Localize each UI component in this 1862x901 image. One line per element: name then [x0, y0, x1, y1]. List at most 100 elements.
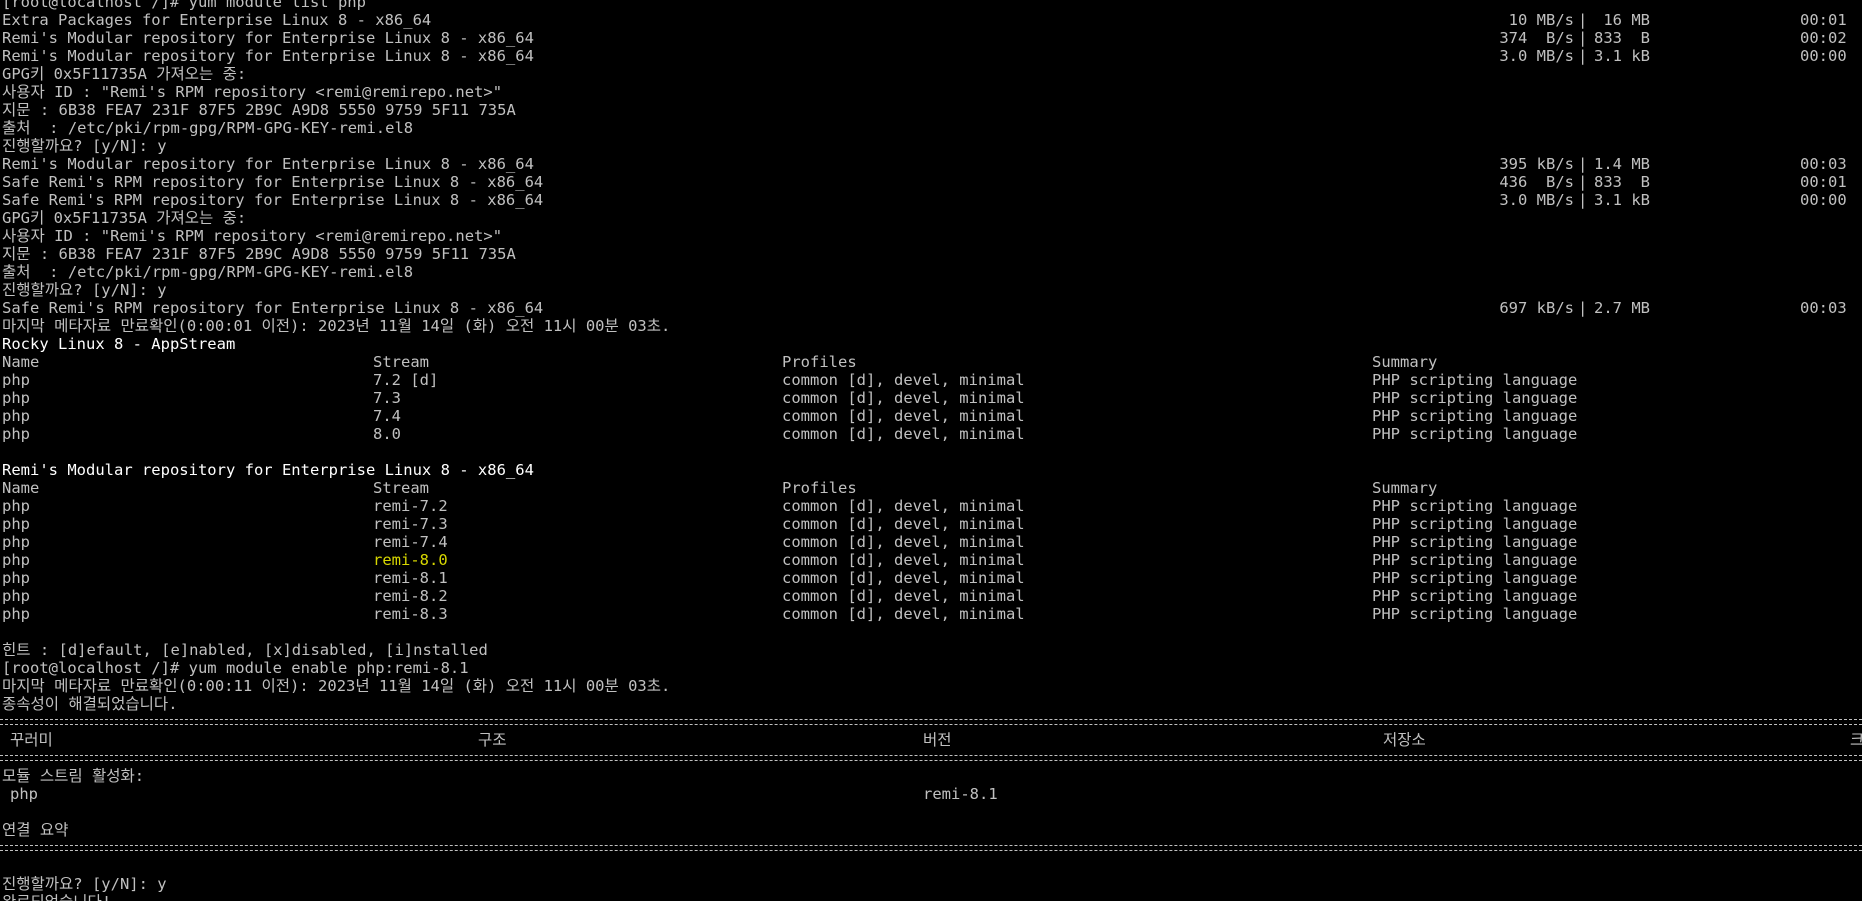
- terminal-line: 진행할까요? [y/N]: y: [0, 875, 1862, 893]
- terminal-line: 사용자 ID : "Remi's RPM repository <remi@re…: [0, 83, 1862, 101]
- command-line: [root@localhost /]# yum module list php: [2, 0, 366, 11]
- header-summary: Summary: [1372, 479, 1438, 497]
- module-stream: remi-7.3: [373, 515, 448, 533]
- module-stream: 7.2 [d]: [373, 371, 439, 389]
- header-arch: 구조: [478, 731, 507, 749]
- summary-label: 연결 요약: [2, 821, 69, 839]
- module-profiles: common [d], devel, minimal: [782, 371, 1025, 389]
- deps-resolved-text: 종속성이 해결되었습니다.: [2, 695, 178, 713]
- table-row: php 7.3 common [d], devel, minimal PHP s…: [0, 389, 1862, 407]
- header-profiles: Profiles: [782, 353, 857, 371]
- separator: |: [1578, 155, 1588, 173]
- table-row: php remi-7.3 common [d], devel, minimal …: [0, 515, 1862, 533]
- hint-text: 힌트 : [d]efault, [e]nabled, [x]disabled, …: [2, 641, 488, 659]
- separator-rule: [0, 749, 1862, 767]
- table-row: php 7.4 common [d], devel, minimal PHP s…: [0, 407, 1862, 425]
- download-time: 00:01: [1800, 11, 1847, 29]
- module-summary: PHP scripting language: [1372, 497, 1578, 515]
- module-name: php: [2, 569, 30, 587]
- table-row: php 7.2 [d] common [d], devel, minimal P…: [0, 371, 1862, 389]
- download-line: Remi's Modular repository for Enterprise…: [0, 155, 1862, 173]
- module-profiles: common [d], devel, minimal: [782, 497, 1025, 515]
- separator-rule: [0, 839, 1862, 857]
- separator: |: [1578, 29, 1588, 47]
- module-name: php: [2, 533, 30, 551]
- download-size: 2.7 MB: [1594, 299, 1650, 317]
- module-summary: PHP scripting language: [1372, 533, 1578, 551]
- module-profiles: common [d], devel, minimal: [782, 407, 1025, 425]
- module-profiles: common [d], devel, minimal: [782, 569, 1025, 587]
- transaction-row: php remi-8.1: [0, 785, 1862, 803]
- module-name: php: [2, 605, 30, 623]
- header-stream: Stream: [373, 353, 429, 371]
- download-time: 00:01: [1800, 173, 1847, 191]
- table-row: php remi-8.2 common [d], devel, minimal …: [0, 587, 1862, 605]
- terminal-line: 모듈 스트림 활성화:: [0, 767, 1862, 785]
- terminal-line: 사용자 ID : "Remi's RPM repository <remi@re…: [0, 227, 1862, 245]
- download-time: 00:00: [1800, 47, 1847, 65]
- separator: |: [1578, 47, 1588, 65]
- terminal-line: 출처 : /etc/pki/rpm-gpg/RPM-GPG-KEY-remi.e…: [0, 119, 1862, 137]
- download-speed: 395 kB/s: [1499, 155, 1574, 173]
- gpg-user-id: 사용자 ID : "Remi's RPM repository <remi@re…: [2, 227, 503, 245]
- confirm-prompt: 진행할까요? [y/N]: y: [2, 281, 167, 299]
- gpg-source: 출처 : /etc/pki/rpm-gpg/RPM-GPG-KEY-remi.e…: [2, 119, 414, 137]
- repo-name: Safe Remi's RPM repository for Enterpris…: [2, 191, 544, 209]
- gpg-fingerprint: 지문 : 6B38 FEA7 231F 87F5 2B9C A9D8 5550 …: [2, 101, 516, 119]
- download-size: 1.4 MB: [1594, 155, 1650, 173]
- download-size: 3.1 kB: [1594, 191, 1650, 209]
- module-profiles: common [d], devel, minimal: [782, 533, 1025, 551]
- terminal-line: 출처 : /etc/pki/rpm-gpg/RPM-GPG-KEY-remi.e…: [0, 263, 1862, 281]
- module-summary: PHP scripting language: [1372, 569, 1578, 587]
- module-summary: PHP scripting language: [1372, 389, 1578, 407]
- module-summary: PHP scripting language: [1372, 587, 1578, 605]
- download-speed: 10 MB/s: [1508, 11, 1574, 29]
- header-summary: Summary: [1372, 353, 1438, 371]
- table-header: Name Stream Profiles Summary: [0, 479, 1862, 497]
- module-name: php: [2, 407, 30, 425]
- module-stream: remi-7.4: [373, 533, 448, 551]
- module-stream: remi-7.2: [373, 497, 448, 515]
- repo-name: Safe Remi's RPM repository for Enterpris…: [2, 299, 544, 317]
- download-time: 00:02: [1800, 29, 1847, 47]
- download-line: Safe Remi's RPM repository for Enterpris…: [0, 173, 1862, 191]
- download-time: 00:03: [1800, 155, 1847, 173]
- terminal-window[interactable]: [root@localhost /]# yum module list php …: [0, 0, 1862, 901]
- download-line: Safe Remi's RPM repository for Enterpris…: [0, 299, 1862, 317]
- repo-title-text: Remi's Modular repository for Enterprise…: [2, 461, 534, 479]
- module-stream: 8.0: [373, 425, 401, 443]
- header-stream: Stream: [373, 479, 429, 497]
- module-stream: 7.3: [373, 389, 401, 407]
- module-summary: PHP scripting language: [1372, 371, 1578, 389]
- gpg-import-text: GPG키 0x5F11735A 가져오는 중:: [2, 65, 247, 83]
- separator: |: [1578, 299, 1588, 317]
- module-summary: PHP scripting language: [1372, 551, 1578, 569]
- table-row: php remi-7.4 common [d], devel, minimal …: [0, 533, 1862, 551]
- module-profiles: common [d], devel, minimal: [782, 551, 1025, 569]
- module-name: php: [2, 587, 30, 605]
- download-time: 00:00: [1800, 191, 1847, 209]
- terminal-line: [root@localhost /]# yum module list php: [0, 0, 1862, 11]
- download-size: 3.1 kB: [1594, 47, 1650, 65]
- module-stream: remi-8.1: [373, 569, 448, 587]
- enable-streams-label: 모듈 스트림 활성화:: [2, 767, 145, 785]
- header-name: Name: [2, 353, 40, 371]
- module-stream: remi-8.3: [373, 605, 448, 623]
- module-profiles: common [d], devel, minimal: [782, 587, 1025, 605]
- repo-name: Extra Packages for Enterprise Linux 8 - …: [2, 11, 432, 29]
- repo-name: Remi's Modular repository for Enterprise…: [2, 29, 534, 47]
- table-row: php remi-8.3 common [d], devel, minimal …: [0, 605, 1862, 623]
- header-size: 크기: [1850, 731, 1862, 749]
- header-version: 버전: [923, 731, 952, 749]
- terminal-line: 힌트 : [d]efault, [e]nabled, [x]disabled, …: [0, 641, 1862, 659]
- header-repo: 저장소: [1383, 731, 1426, 749]
- module-name: php: [2, 371, 30, 389]
- terminal-line: 지문 : 6B38 FEA7 231F 87F5 2B9C A9D8 5550 …: [0, 245, 1862, 263]
- download-line: Extra Packages for Enterprise Linux 8 - …: [0, 11, 1862, 29]
- repo-title: Rocky Linux 8 - AppStream: [0, 335, 1862, 353]
- confirm-prompt: 진행할까요? [y/N]: y: [2, 875, 167, 893]
- separator: |: [1578, 11, 1588, 29]
- terminal-line: [root@localhost /]# yum module enable ph…: [0, 659, 1862, 677]
- terminal-line: GPG키 0x5F11735A 가져오는 중:: [0, 65, 1862, 83]
